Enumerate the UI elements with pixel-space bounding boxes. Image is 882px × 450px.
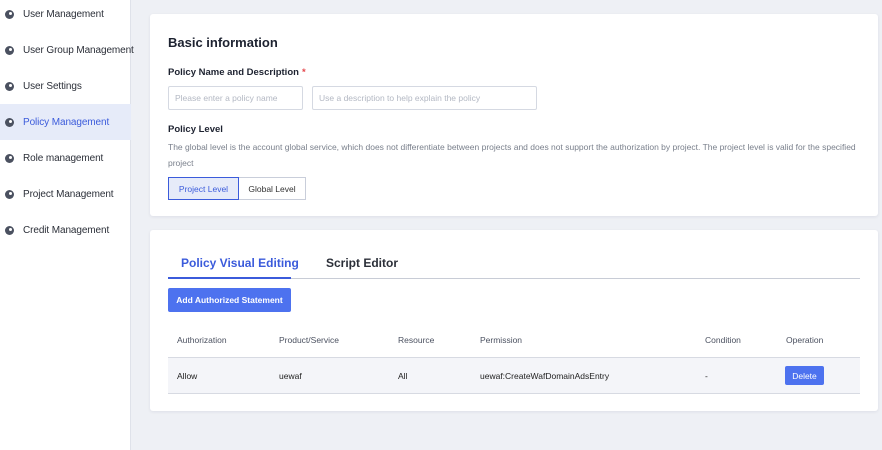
sidebar-item-user-management[interactable]: User Management bbox=[0, 0, 131, 32]
policy-name-label: Policy Name and Description * bbox=[168, 67, 306, 78]
column-header-resource: Resource bbox=[398, 335, 435, 345]
sidebar-item-label: Project Management bbox=[23, 188, 114, 200]
sidebar-item-label: User Group Management bbox=[23, 44, 134, 56]
active-tab-indicator bbox=[168, 277, 291, 279]
column-header-condition: Condition bbox=[705, 335, 741, 345]
policy-name-input[interactable] bbox=[168, 86, 303, 110]
add-authorized-statement-button[interactable]: Add Authorized Statement bbox=[168, 288, 291, 312]
circle-bullet-icon bbox=[5, 45, 14, 55]
cell-product-service: uewaf bbox=[279, 371, 302, 381]
circle-bullet-icon bbox=[5, 225, 14, 235]
cell-resource: All bbox=[398, 371, 408, 381]
sidebar-item-user-settings[interactable]: User Settings bbox=[0, 68, 131, 104]
sidebar-item-project-management[interactable]: Project Management bbox=[0, 176, 131, 212]
sidebar-item-label: User Settings bbox=[23, 80, 82, 92]
column-header-operation: Operation bbox=[786, 335, 824, 345]
column-header-authorization: Authorization bbox=[177, 335, 227, 345]
column-header-product-service: Product/Service bbox=[279, 335, 339, 345]
circle-bullet-icon bbox=[5, 153, 14, 163]
circle-bullet-icon bbox=[5, 189, 14, 199]
policy-editor-card: Policy Visual Editing Script Editor Add … bbox=[150, 230, 878, 411]
delete-button[interactable]: Delete bbox=[785, 366, 824, 385]
cell-authorization: Allow bbox=[177, 371, 198, 381]
cell-permission: uewaf:CreateWafDomainAdsEntry bbox=[480, 371, 610, 381]
global-level-option[interactable]: Global Level bbox=[238, 177, 306, 200]
policy-name-label-text: Policy Name and Description bbox=[168, 67, 299, 78]
project-level-option[interactable]: Project Level bbox=[168, 177, 239, 200]
circle-bullet-icon bbox=[5, 81, 14, 91]
required-mark: * bbox=[301, 67, 306, 78]
basic-information-card: Basic information Policy Name and Descri… bbox=[150, 14, 878, 216]
sidebar-item-label: Role management bbox=[23, 152, 104, 164]
sidebar-item-role-management[interactable]: Role management bbox=[0, 140, 131, 176]
policy-level-description: The global level is the account global s… bbox=[168, 142, 856, 168]
sidebar: User Management User Group Management Us… bbox=[0, 0, 134, 450]
tab-policy-visual-editing[interactable]: Policy Visual Editing bbox=[181, 256, 299, 270]
policy-level-label: Policy Level bbox=[168, 124, 223, 135]
sidebar-item-user-group-management[interactable]: User Group Management bbox=[0, 32, 134, 68]
policy-description-input[interactable] bbox=[312, 86, 537, 110]
section-title: Basic information bbox=[168, 35, 278, 50]
sidebar-item-label: Credit Management bbox=[23, 224, 110, 236]
cell-condition: - bbox=[705, 371, 708, 381]
sidebar-item-label: Policy Management bbox=[23, 116, 110, 128]
circle-bullet-icon bbox=[5, 9, 14, 19]
circle-bullet-icon bbox=[5, 117, 14, 127]
column-header-permission: Permission bbox=[480, 335, 523, 345]
sidebar-item-credit-management[interactable]: Credit Management bbox=[0, 212, 131, 248]
sidebar-item-label: User Management bbox=[23, 8, 104, 20]
sidebar-item-policy-management[interactable]: Policy Management bbox=[0, 104, 131, 140]
tab-script-editor[interactable]: Script Editor bbox=[326, 256, 398, 270]
